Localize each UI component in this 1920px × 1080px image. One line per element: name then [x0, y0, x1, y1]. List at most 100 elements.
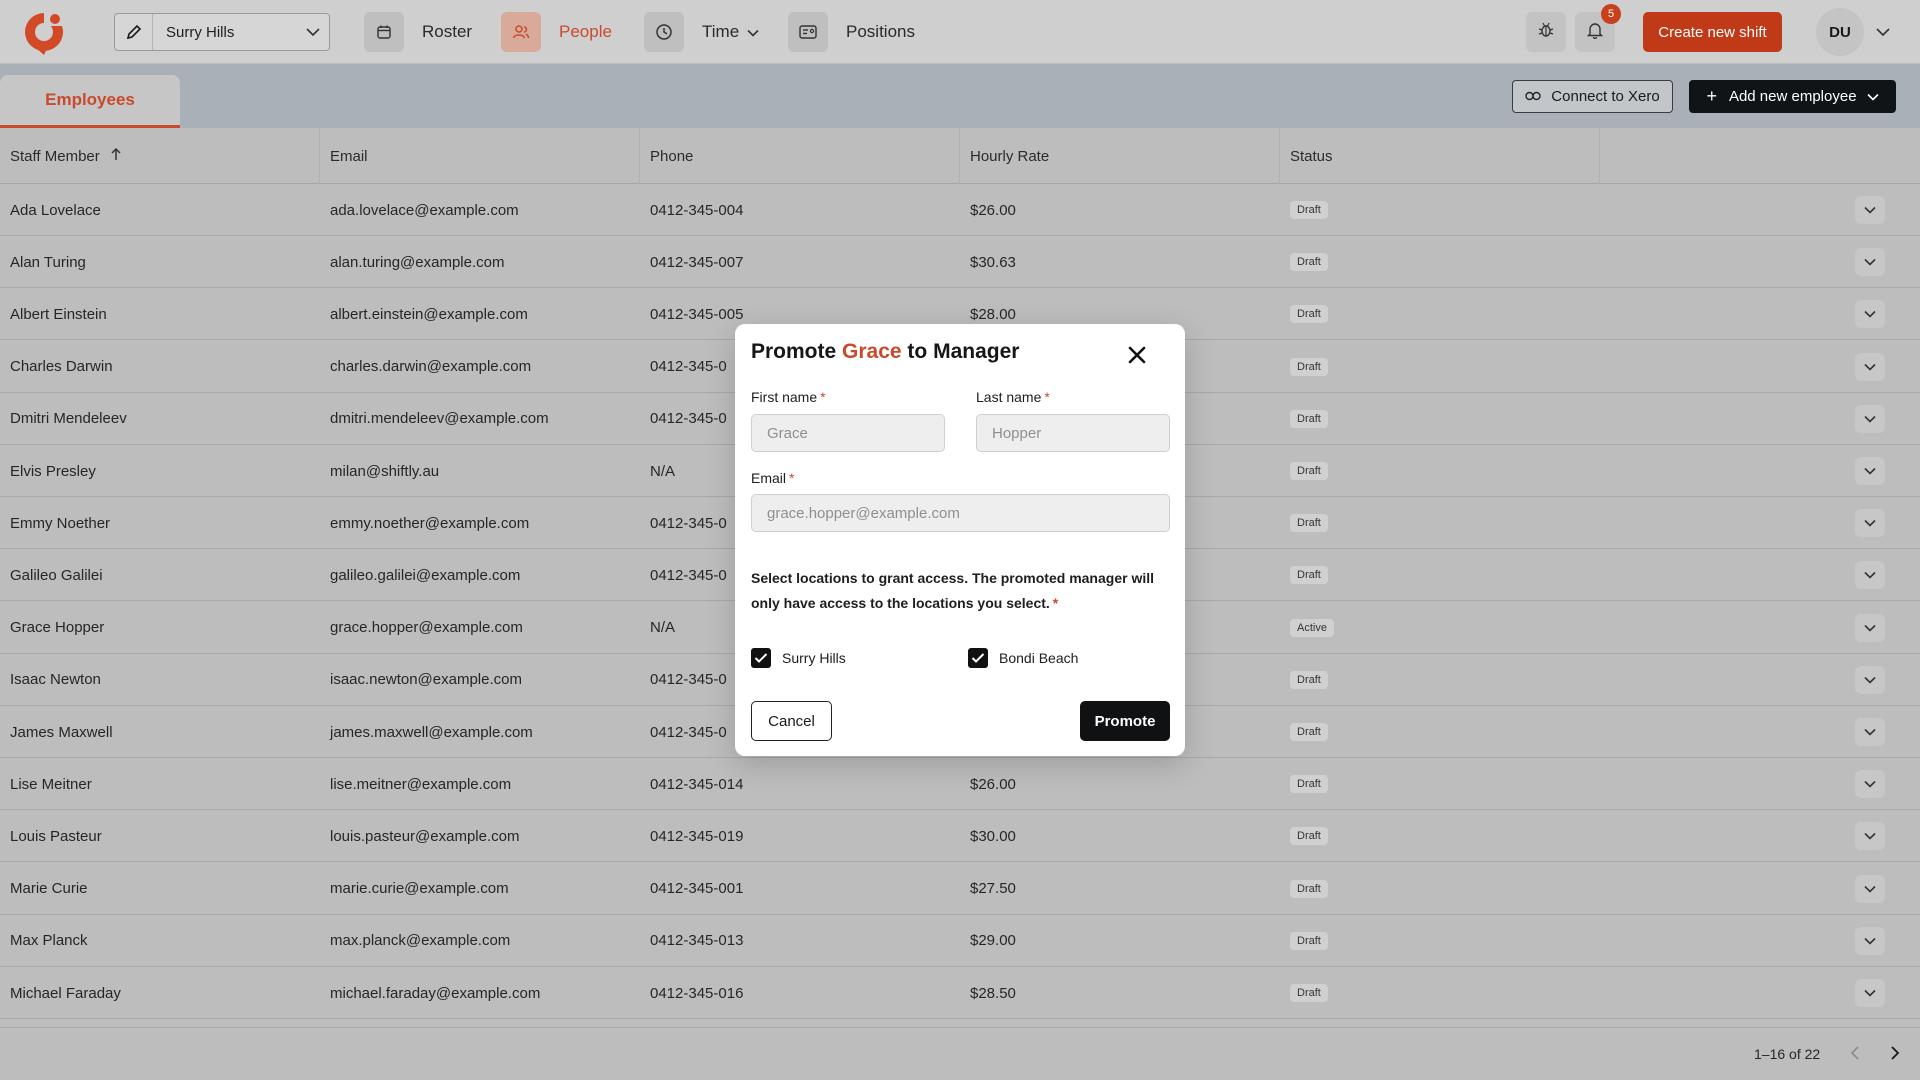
email-cell: albert.einstein@example.com	[330, 305, 528, 323]
row-expand-button[interactable]	[1855, 665, 1885, 694]
column-header-label: Status	[1290, 147, 1333, 165]
column-header-phone[interactable]: Phone	[640, 128, 960, 184]
row-expand-button[interactable]	[1855, 248, 1885, 277]
table-row[interactable]: Marie Curie marie.curie@example.com 0412…	[0, 863, 1920, 915]
nav-positions-label: Positions	[846, 22, 915, 41]
row-expand-button[interactable]	[1855, 457, 1885, 485]
row-expand-button[interactable]	[1855, 509, 1885, 538]
status-cell: Draft	[1290, 654, 1590, 706]
status-cell: Draft	[1290, 445, 1590, 497]
app-logo-icon[interactable]	[22, 8, 66, 56]
row-expand-button[interactable]	[1855, 613, 1885, 642]
status-badge: Draft	[1290, 879, 1328, 898]
status-cell: Draft	[1290, 758, 1590, 810]
chevron-down-icon	[1864, 723, 1876, 741]
row-expand-button[interactable]	[1855, 352, 1885, 381]
status-cell: Draft	[1290, 341, 1590, 393]
column-header-label: Email	[330, 147, 368, 165]
staff-member-cell: Isaac Newton	[10, 671, 101, 689]
report-bug-button[interactable]	[1526, 12, 1566, 52]
column-header-status[interactable]: Status	[1280, 128, 1600, 184]
chevron-down-icon[interactable]	[1876, 24, 1890, 42]
phone-cell: 0412-345-007	[650, 253, 744, 271]
cancel-button[interactable]: Cancel	[751, 701, 832, 741]
last-name-label: Last name *	[976, 389, 1050, 405]
location-select[interactable]: Surry Hills	[114, 13, 330, 51]
status-badge: Draft	[1290, 462, 1328, 480]
email-cell: louis.pasteur@example.com	[330, 827, 520, 845]
email-cell: emmy.noether@example.com	[330, 514, 530, 532]
plus-icon: +	[1706, 86, 1717, 106]
user-avatar[interactable]: DU	[1816, 8, 1864, 56]
staff-member-cell: Elvis Presley	[10, 462, 96, 480]
status-cell: Draft	[1290, 549, 1590, 601]
nav-roster[interactable]: Roster	[364, 12, 472, 52]
table-header-row: Staff Member Email Phone Hourly Rate Sta…	[0, 128, 1920, 184]
row-expand-button[interactable]	[1855, 561, 1885, 590]
status-cell: Draft	[1290, 967, 1590, 1019]
pagination-range: 1–16 of 22	[1754, 1046, 1821, 1062]
status-cell: Draft	[1290, 706, 1590, 758]
chevron-right-icon[interactable]	[1890, 1046, 1900, 1065]
table-row[interactable]: Ada Lovelace ada.lovelace@example.com 04…	[0, 184, 1920, 236]
email-cell: isaac.newton@example.com	[330, 671, 522, 689]
row-expand-button[interactable]	[1855, 404, 1885, 433]
create-new-shift-button[interactable]: Create new shift	[1643, 12, 1782, 52]
column-header-label: Phone	[650, 147, 694, 165]
status-badge: Draft	[1290, 670, 1328, 689]
dialog-title: Promote Grace to Manager	[751, 340, 1019, 364]
notifications-button[interactable]: 5	[1575, 4, 1621, 52]
bug-icon	[1537, 21, 1555, 44]
row-expand-button[interactable]	[1855, 770, 1885, 799]
column-header-hourly-rate[interactable]: Hourly Rate	[960, 128, 1280, 184]
chevron-left-icon[interactable]	[1850, 1046, 1860, 1065]
dialog-title-name: Grace	[842, 340, 902, 363]
last-name-field[interactable]: Hopper	[976, 414, 1170, 452]
promote-button[interactable]: Promote	[1080, 701, 1170, 741]
phone-cell: 0412-345-019	[650, 827, 744, 845]
email-cell: michael.faraday@example.com	[330, 984, 541, 1002]
staff-member-cell: Marie Curie	[10, 880, 88, 898]
nav-people[interactable]: People	[501, 12, 612, 52]
row-expand-button[interactable]	[1855, 874, 1885, 903]
tab-employees[interactable]: Employees	[0, 75, 180, 128]
table-row[interactable]: Michael Faraday michael.faraday@example.…	[0, 967, 1920, 1019]
location-checkbox-bondi-beach[interactable]: Bondi Beach	[968, 648, 1078, 668]
row-expand-button[interactable]	[1855, 822, 1885, 851]
table-row[interactable]: Max Planck max.planck@example.com 0412-3…	[0, 915, 1920, 967]
pencil-icon[interactable]	[115, 14, 153, 50]
checkbox-checked-icon[interactable]	[968, 648, 988, 668]
row-expand-button[interactable]	[1855, 718, 1885, 746]
table-row[interactable]: Lise Meitner lise.meitner@example.com 04…	[0, 758, 1920, 811]
connect-to-xero-button[interactable]: Connect to Xero	[1512, 80, 1673, 113]
required-asterisk: *	[1044, 389, 1050, 405]
nav-time[interactable]: Time	[644, 12, 759, 52]
checkbox-checked-icon[interactable]	[751, 648, 771, 668]
row-expand-button[interactable]	[1855, 926, 1885, 955]
email-cell: marie.curie@example.com	[330, 880, 509, 898]
location-checkbox-surry-hills[interactable]: Surry Hills	[751, 648, 846, 668]
locations-description: Select locations to grant access. The pr…	[751, 566, 1171, 616]
required-asterisk: *	[820, 389, 826, 405]
status-cell: Draft	[1290, 497, 1590, 549]
staff-member-cell: Galileo Galilei	[10, 566, 103, 584]
column-header-staff-member[interactable]: Staff Member	[0, 128, 320, 184]
status-cell: Draft	[1290, 915, 1590, 967]
first-name-field[interactable]: Grace	[751, 414, 945, 452]
table-row[interactable]: Louis Pasteur louis.pasteur@example.com …	[0, 810, 1920, 863]
nav-positions[interactable]: Positions	[788, 12, 915, 52]
sort-ascending-icon[interactable]	[110, 147, 122, 165]
id-card-icon	[788, 12, 828, 52]
row-expand-button[interactable]	[1855, 196, 1885, 224]
table-row[interactable]: Alan Turing alan.turing@example.com 0412…	[0, 236, 1920, 289]
email-field[interactable]: grace.hopper@example.com	[751, 494, 1170, 532]
chevron-down-icon	[1864, 566, 1876, 584]
notification-count-badge: 5	[1601, 4, 1621, 24]
calendar-icon	[364, 12, 404, 52]
close-dialog-button[interactable]	[1122, 342, 1152, 372]
add-new-employee-button[interactable]: + Add new employee	[1689, 80, 1896, 113]
row-expand-button[interactable]	[1855, 300, 1885, 329]
required-asterisk: *	[1052, 595, 1059, 611]
column-header-email[interactable]: Email	[320, 128, 640, 184]
row-expand-button[interactable]	[1855, 979, 1885, 1007]
